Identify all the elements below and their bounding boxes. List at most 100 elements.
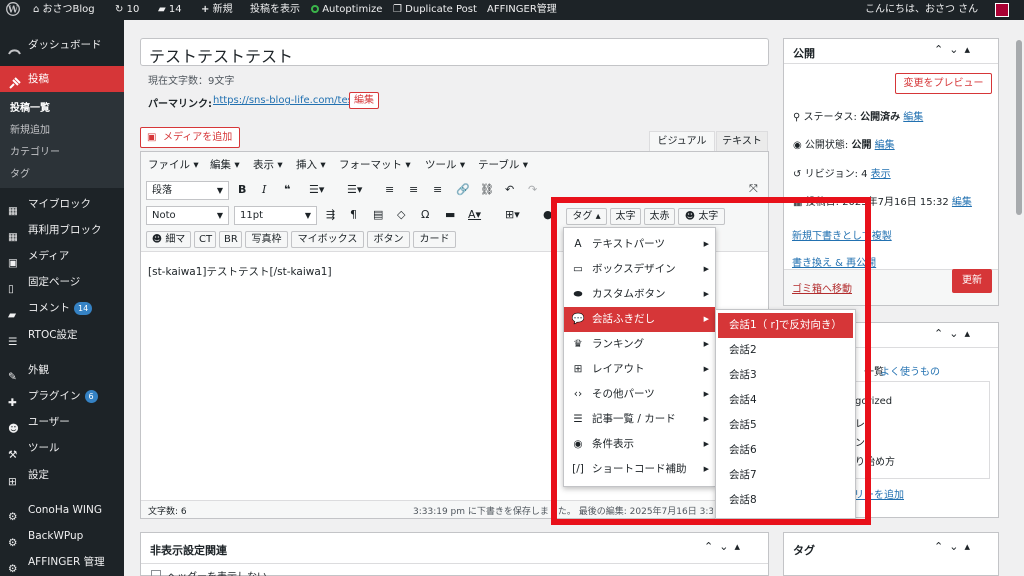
- status-edit-link[interactable]: 編集: [903, 112, 923, 123]
- site-name-link[interactable]: ⌂ おさつBlog: [33, 0, 95, 20]
- permalink-url[interactable]: https://sns-blog-life.com/test/: [213, 95, 360, 106]
- comments-link[interactable]: ▰ 14: [158, 0, 182, 20]
- sidebar-item-pages[interactable]: ▯ 固定ページ: [0, 269, 124, 295]
- sidebar-item-plugins[interactable]: ✚ プラグイン 6: [0, 383, 124, 409]
- menu-format[interactable]: フォーマット ▾: [339, 157, 411, 172]
- font-family-select[interactable]: Noto ▼: [146, 206, 229, 225]
- font-size-select[interactable]: 11pt ▼: [234, 206, 317, 225]
- sidebar-item-affinger[interactable]: ⚙ AFFINGER 管理: [0, 549, 124, 575]
- chevron-down-icon[interactable]: ⌄: [949, 43, 964, 56]
- sidebar-item-dashboard[interactable]: ダッシュボード: [0, 32, 124, 58]
- sidebar-sub-all-posts[interactable]: 投稿一覧: [0, 98, 124, 120]
- sidebar-sub-tags[interactable]: タグ: [0, 164, 124, 186]
- card-button[interactable]: カード: [413, 231, 456, 248]
- sidebar-item-users[interactable]: ☻ ユーザー: [0, 409, 124, 435]
- duplicate-post-link[interactable]: ❐ Duplicate Post: [393, 0, 477, 20]
- menu-tools[interactable]: ツール ▾: [425, 157, 465, 172]
- photo-frame-button[interactable]: 写真枠: [245, 231, 288, 248]
- box-controls[interactable]: ⌃⌄▴: [934, 43, 976, 56]
- italic-icon[interactable]: I: [262, 181, 266, 199]
- new-content-link[interactable]: + 新規: [201, 0, 233, 20]
- text-color-icon[interactable]: A▾: [468, 206, 481, 224]
- sidebar-item-rtoc[interactable]: ☰ RTOC設定: [0, 322, 124, 348]
- preview-changes-button[interactable]: 変更をプレビュー: [895, 73, 992, 94]
- align-right-icon[interactable]: ≡: [433, 181, 442, 199]
- sidebar-sub-categories[interactable]: カテゴリー: [0, 142, 124, 164]
- unlink-icon[interactable]: ⛓: [480, 181, 494, 199]
- sidebar-item-comments[interactable]: ▰ コメント 14: [0, 295, 124, 321]
- scrollbar[interactable]: [1014, 20, 1024, 576]
- align-center-icon[interactable]: ≡: [409, 181, 418, 199]
- indent-icon[interactable]: ⇶: [326, 206, 335, 224]
- revisions-link[interactable]: 表示: [871, 169, 891, 180]
- bold-icon[interactable]: B: [238, 181, 246, 199]
- undo-icon[interactable]: ↶: [505, 181, 514, 199]
- permalink-edit-button[interactable]: 編集: [349, 92, 379, 109]
- chevron-up-icon[interactable]: ⌃: [704, 540, 719, 553]
- sidebar-item-backwpup[interactable]: ⚙ BackWPup: [0, 523, 124, 549]
- mybox-button[interactable]: マイボックス: [291, 231, 364, 248]
- eraser-icon[interactable]: ◇: [397, 206, 405, 224]
- numbered-list-icon[interactable]: ☰▾: [347, 181, 362, 199]
- menu-table[interactable]: テーブル ▾: [478, 157, 528, 172]
- format-select[interactable]: 段落 ▼: [146, 181, 229, 200]
- thin-marker-button[interactable]: ☻ 細マ: [146, 231, 191, 248]
- sidebar-item-tools[interactable]: ⚒ ツール: [0, 435, 124, 461]
- hr-icon[interactable]: ▬: [445, 206, 455, 224]
- button-button[interactable]: ボタン: [367, 231, 410, 248]
- tab-text[interactable]: テキスト: [716, 131, 768, 151]
- toggle-icon[interactable]: ▴: [964, 327, 976, 340]
- sidebar-item-settings[interactable]: ⊞ 設定: [0, 462, 124, 488]
- box-controls[interactable]: ⌃⌄▴: [934, 540, 976, 553]
- align-left-icon[interactable]: ≡: [385, 181, 394, 199]
- chevron-down-icon[interactable]: ⌄: [949, 327, 964, 340]
- redo-icon[interactable]: ↷: [528, 181, 537, 199]
- menu-file[interactable]: ファイル ▾: [148, 157, 199, 172]
- sidebar-sub-add-new[interactable]: 新規追加: [0, 120, 124, 142]
- toggle-icon[interactable]: ▴: [734, 540, 746, 553]
- add-media-button[interactable]: ▣ メディアを追加: [140, 127, 240, 148]
- sidebar-item-conoha[interactable]: ⚙ ConoHa WING: [0, 497, 124, 523]
- updates-link[interactable]: ↻ 10: [115, 0, 139, 20]
- menu-insert[interactable]: 挿入 ▾: [296, 157, 326, 172]
- chevron-up-icon[interactable]: ⌃: [934, 327, 949, 340]
- tab-most-used[interactable]: よく使うもの: [880, 363, 940, 378]
- autoptimize-link[interactable]: Autoptimize: [311, 0, 382, 20]
- menu-view[interactable]: 表示 ▾: [253, 157, 283, 172]
- link-icon[interactable]: 🔗: [456, 181, 470, 199]
- wordpress-logo-icon[interactable]: W: [6, 0, 20, 20]
- view-post-link[interactable]: 投稿を表示: [250, 0, 300, 20]
- box-controls[interactable]: ⌃⌄▴: [704, 540, 746, 553]
- sidebar-item-reusable[interactable]: ▦ 再利用ブロック: [0, 217, 124, 243]
- omega-icon[interactable]: Ω: [421, 206, 429, 224]
- menu-edit[interactable]: 編集 ▾: [210, 157, 240, 172]
- avatar[interactable]: [995, 3, 1009, 17]
- sidebar-item-appearance[interactable]: ✎ 外観: [0, 357, 124, 383]
- toggle-icon[interactable]: ▴: [964, 43, 976, 56]
- sidebar-item-myblock[interactable]: ▦ マイブロック: [0, 191, 124, 217]
- affinger-admin-link[interactable]: AFFINGER管理: [487, 0, 557, 20]
- ct-button[interactable]: CT: [194, 231, 216, 248]
- editor-content[interactable]: [st-kaiwa1]テストテスト[/st-kaiwa1]: [148, 264, 332, 279]
- update-button[interactable]: 更新: [952, 269, 992, 293]
- table-icon[interactable]: ⊞▾: [505, 206, 520, 224]
- chevron-up-icon[interactable]: ⌃: [934, 43, 949, 56]
- sidebar-item-posts[interactable]: 投稿: [0, 66, 124, 92]
- chevron-up-icon[interactable]: ⌃: [934, 540, 949, 553]
- paste-icon[interactable]: ▤: [373, 206, 383, 224]
- user-greeting[interactable]: こんにちは、おさつ さん: [865, 0, 978, 20]
- hide-header-checkbox[interactable]: [151, 570, 161, 576]
- sidebar-item-media[interactable]: ▣ メディア: [0, 243, 124, 269]
- chevron-down-icon[interactable]: ⌄: [719, 540, 734, 553]
- visibility-edit-link[interactable]: 編集: [875, 140, 895, 151]
- paragraph-icon[interactable]: ¶: [350, 206, 357, 224]
- fullscreen-icon[interactable]: ⤧: [749, 180, 758, 198]
- post-title-input[interactable]: テストテストテスト: [140, 38, 769, 66]
- date-edit-link[interactable]: 編集: [952, 197, 972, 208]
- chevron-down-icon[interactable]: ⌄: [949, 540, 964, 553]
- toggle-icon[interactable]: ▴: [964, 540, 976, 553]
- scrollbar-thumb[interactable]: [1016, 40, 1022, 215]
- bullet-list-icon[interactable]: ☰▾: [309, 181, 324, 199]
- br-button[interactable]: BR: [219, 231, 242, 248]
- blockquote-icon[interactable]: ❝: [284, 181, 290, 199]
